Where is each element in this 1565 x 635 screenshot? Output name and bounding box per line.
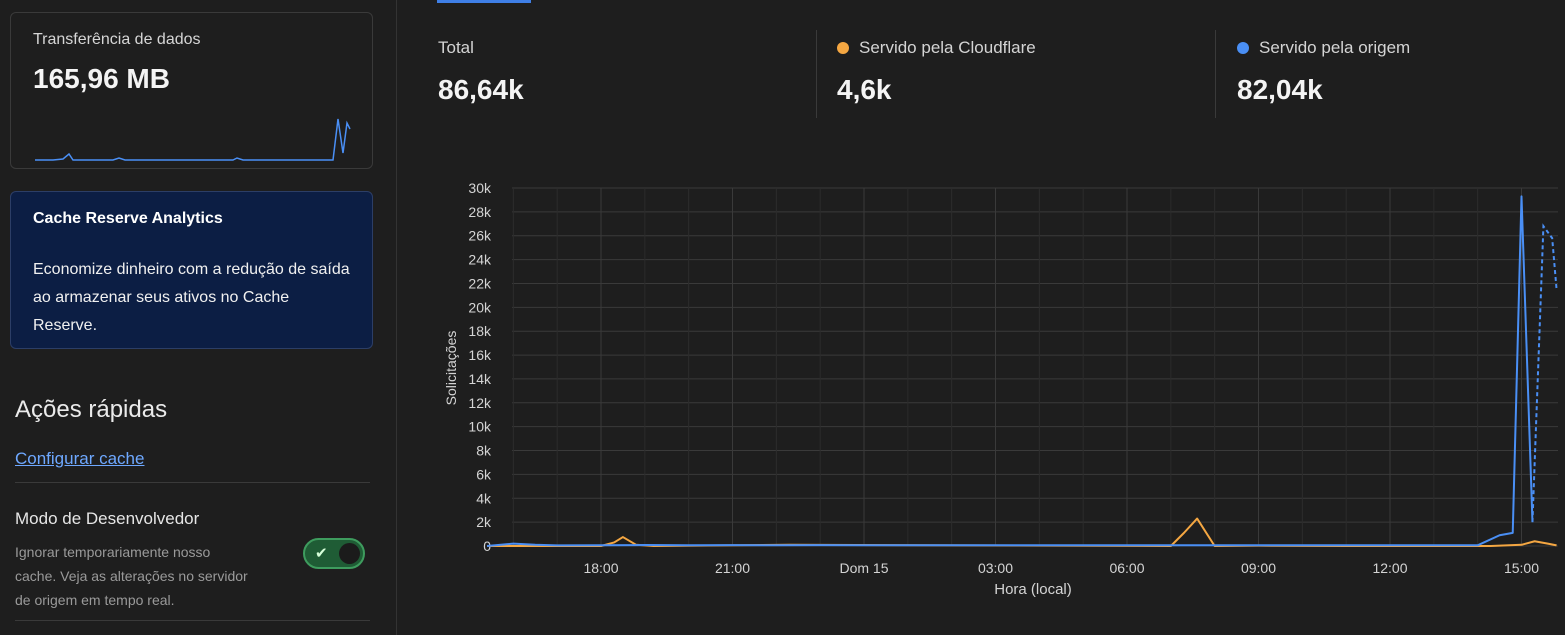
y-tick-label: 20k bbox=[468, 299, 492, 315]
x-tick-label: 03:00 bbox=[978, 560, 1013, 576]
y-tick-label: 2k bbox=[476, 514, 492, 530]
y-tick-label: 8k bbox=[476, 443, 492, 459]
x-tick-label: 12:00 bbox=[1372, 560, 1407, 576]
y-tick-label: 10k bbox=[468, 419, 492, 435]
chart-lines bbox=[486, 195, 1558, 547]
series-line-cloudflare bbox=[487, 517, 1557, 547]
x-tick-label: Dom 15 bbox=[839, 560, 888, 576]
requests-chart: 30k 28k 26k 24k 22k 20k 18k 16k 14k 12k 10k 8k 6k 4k 2… bbox=[443, 180, 1558, 598]
y-tick-label: 18k bbox=[468, 323, 492, 339]
y-tick-label: 26k bbox=[468, 228, 492, 244]
y-tick-label: 24k bbox=[468, 252, 492, 268]
y-tick-label: 30k bbox=[468, 180, 492, 196]
y-tick-label: 16k bbox=[468, 347, 492, 363]
chart-grid bbox=[512, 187, 1558, 547]
x-axis-label: Hora (local) bbox=[994, 581, 1072, 598]
x-tick-label: 21:00 bbox=[715, 560, 750, 576]
y-tick-label: 22k bbox=[468, 275, 492, 291]
y-tick-label: 14k bbox=[468, 371, 492, 387]
y-axis-ticks: 30k 28k 26k 24k 22k 20k 18k 16k 14k 12k 10k 8k 6k 4k 2… bbox=[468, 180, 492, 554]
x-tick-label: 18:00 bbox=[583, 560, 618, 576]
y-tick-label: 4k bbox=[476, 490, 492, 506]
series-line-origin bbox=[486, 195, 1534, 547]
y-tick-label: 6k bbox=[476, 466, 492, 482]
x-axis-ticks: 18:00 21:00 Dom 15 03:00 06:00 09:00 12:00 15:0… bbox=[583, 560, 1539, 576]
x-tick-label: 06:00 bbox=[1109, 560, 1144, 576]
y-axis-label: Solicitações bbox=[443, 331, 459, 406]
x-tick-label: 09:00 bbox=[1241, 560, 1276, 576]
x-tick-label: 15:00 bbox=[1504, 560, 1539, 576]
y-tick-label: 12k bbox=[468, 395, 492, 411]
series-line-origin-partial bbox=[1531, 223, 1558, 523]
y-tick-label: 28k bbox=[468, 204, 492, 220]
